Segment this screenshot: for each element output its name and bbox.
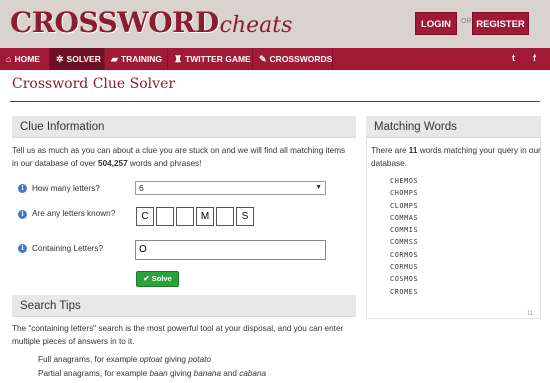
known-letter-box-6[interactable]: S (236, 207, 254, 226)
letters-count-label: How many letters? (32, 184, 100, 193)
known-letter-box-5[interactable] (216, 207, 234, 226)
tip-example: cabana (239, 369, 267, 378)
nav-item-label: HOME (14, 54, 40, 64)
match-word[interactable]: CLOMPS (390, 202, 418, 214)
matching-words-heading: Matching Words (366, 116, 541, 138)
tip-example: banana (193, 369, 221, 378)
tip-example: optoat (139, 355, 163, 364)
trophy-icon: ♜ (174, 54, 183, 64)
nav-item-label: TRAINING (120, 54, 163, 64)
letters-count-select[interactable]: 6 ▼ (135, 181, 326, 195)
nav-item-crosswords[interactable]: ✎ CROSSWORDS (253, 48, 333, 70)
logo-script-text: cheats (219, 13, 293, 38)
nav-item-solver[interactable]: ✲ SOLVER (50, 48, 105, 70)
pencil-icon: ✎ (259, 54, 267, 64)
logo-main-text: CROSSWORD (10, 6, 219, 39)
tip-text: giving (167, 369, 194, 378)
matching-words-list: CHEMOS CHOMPS CLOMPS COMMAS COMMIS COMMS… (390, 177, 418, 300)
page-title: Crossword Clue Solver (12, 76, 176, 92)
or-separator: OR (461, 18, 472, 25)
tip-text: giving (162, 355, 189, 364)
match-word[interactable]: CHEMOS (390, 177, 418, 189)
twitter-icon[interactable]: t (512, 53, 515, 63)
match-word[interactable]: CROMES (390, 288, 418, 300)
known-letter-box-4[interactable]: M (196, 207, 214, 226)
title-divider (10, 101, 540, 102)
chevron-down-icon: ▼ (315, 184, 322, 191)
facebook-icon[interactable]: f (533, 53, 536, 63)
intro-text-end: words and phrases! (127, 159, 202, 168)
login-button[interactable]: LOGIN (415, 12, 457, 35)
database-count: 504,257 (98, 159, 128, 168)
info-icon[interactable]: i (18, 244, 27, 253)
solve-button[interactable]: ✔ Solve (136, 271, 179, 287)
known-letters-label: Are any letters known? (32, 209, 116, 218)
search-tips-text: The "containing letters" search is the m… (12, 324, 344, 346)
tip-text: Partial anagrams, for example (38, 369, 150, 378)
home-icon: ⌂ (6, 54, 12, 64)
tip-partial-anagrams: Partial anagrams, for example baan givin… (38, 369, 266, 378)
nav-item-home[interactable]: ⌂ HOME (0, 48, 50, 70)
nav-item-twitter-game[interactable]: ♜ TWITTER GAME (168, 48, 253, 70)
match-word[interactable]: COMMAS (390, 214, 418, 226)
info-icon[interactable]: i (18, 210, 27, 219)
match-word[interactable]: CORMUS (390, 263, 418, 275)
site-logo[interactable]: CROSSWORDcheats (10, 6, 292, 39)
register-button[interactable]: REGISTER (472, 12, 529, 35)
tip-example: baan (149, 369, 168, 378)
nav-item-label: SOLVER (66, 54, 101, 64)
summary-text: There are (371, 146, 409, 155)
main-nav: ⌂ HOME ✲ SOLVER ▰ TRAINING ♜ TWITTER GAME ✎ C… (0, 48, 550, 70)
solve-label: Solve (151, 274, 172, 283)
known-letter-box-2[interactable] (156, 207, 174, 226)
tip-full-anagrams: Full anagrams, for example optoat giving… (38, 355, 211, 364)
tip-example: potato (188, 355, 211, 364)
match-word[interactable]: COMMSS (390, 238, 418, 250)
containing-letters-input[interactable]: O (135, 240, 326, 260)
gear-icon: ✲ (56, 54, 64, 64)
clue-info-intro: Tell us as much as you can about a clue … (12, 144, 352, 170)
check-icon: ✔ (143, 274, 150, 283)
match-word[interactable]: COMMIS (390, 226, 418, 238)
tip-text: Full anagrams, for example (38, 355, 140, 364)
graduation-cap-icon: ▰ (111, 54, 118, 64)
match-word[interactable]: COSMOS (390, 275, 418, 287)
search-tips-heading: Search Tips (12, 295, 356, 317)
known-letter-box-3[interactable] (176, 207, 194, 226)
match-word[interactable]: CHOMPS (390, 189, 418, 201)
nav-item-label: CROSSWORDS (269, 54, 333, 64)
scroll-indicator[interactable]: 11 (527, 311, 533, 317)
containing-letters-label: Containing Letters? (32, 244, 104, 253)
letters-count-value: 6 (139, 183, 144, 193)
clue-info-heading: Clue Information (12, 116, 356, 138)
info-icon[interactable]: i (18, 184, 27, 193)
match-word[interactable]: CORMOS (390, 251, 418, 263)
nav-item-label: TWITTER GAME (185, 54, 251, 64)
tip-text: and (221, 369, 240, 378)
known-letter-box-1[interactable]: C (136, 207, 154, 226)
matching-summary: There are 11 words matching your query i… (371, 144, 541, 170)
nav-item-training[interactable]: ▰ TRAINING (105, 48, 168, 70)
